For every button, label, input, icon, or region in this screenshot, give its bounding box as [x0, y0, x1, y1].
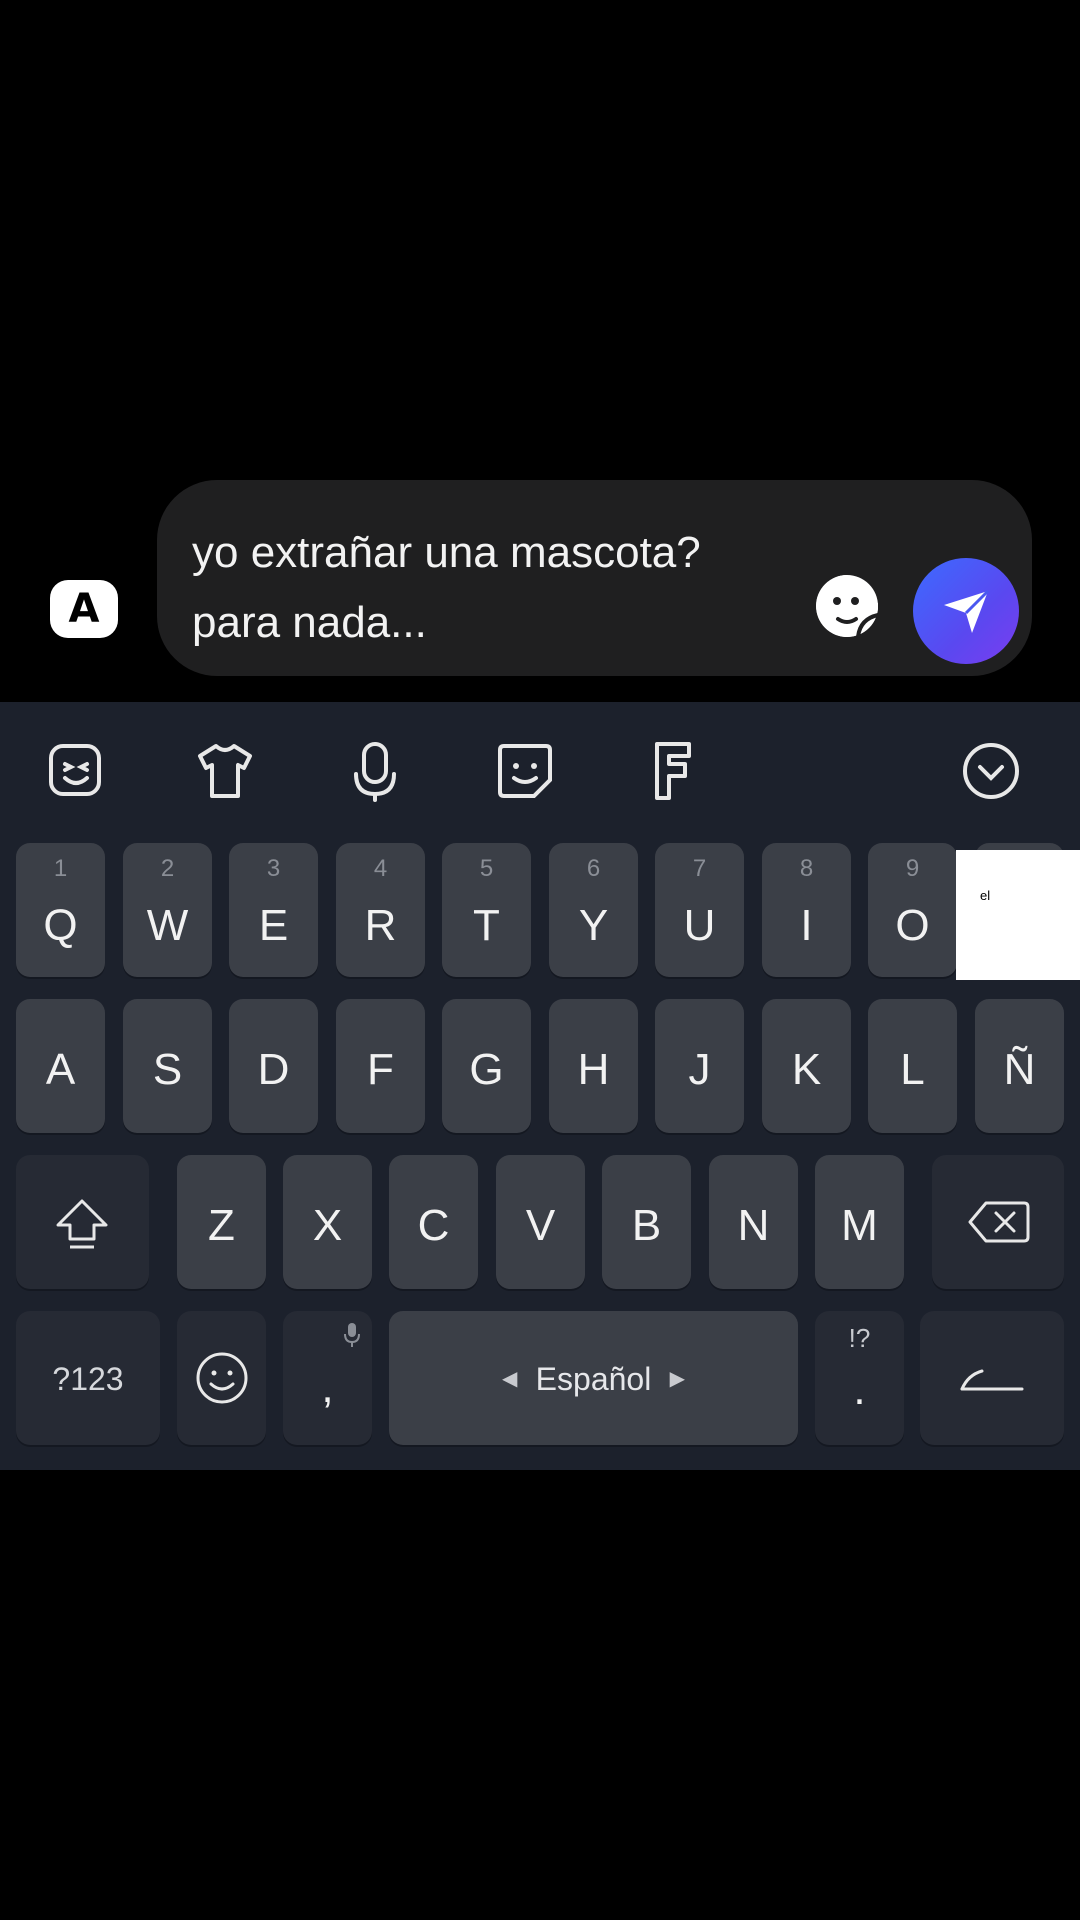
key-r[interactable]: 4 R	[336, 843, 425, 977]
key-x[interactable]: X	[283, 1155, 372, 1289]
sticker-icon[interactable]	[494, 740, 556, 802]
backspace-icon	[968, 1201, 1030, 1243]
key-k[interactable]: K	[762, 999, 851, 1133]
key-j[interactable]: J	[655, 999, 744, 1133]
suggestion-text: el	[980, 888, 991, 903]
key-s[interactable]: S	[123, 999, 212, 1133]
send-arrow-icon	[944, 589, 990, 633]
key-n[interactable]: N	[709, 1155, 798, 1289]
avatar-letter: A	[68, 586, 100, 632]
key-i[interactable]: 8 I	[762, 843, 851, 977]
word-suggestion-popup[interactable]: el	[956, 850, 1080, 980]
sticker-face-icon	[816, 575, 879, 638]
key-b[interactable]: B	[602, 1155, 691, 1289]
key-c[interactable]: C	[389, 1155, 478, 1289]
key-e[interactable]: 3 E	[229, 843, 318, 977]
symbols-key[interactable]: ?123	[16, 1311, 160, 1445]
key-d[interactable]: D	[229, 999, 318, 1133]
key-t[interactable]: 5 T	[442, 843, 531, 977]
key-a[interactable]: A	[16, 999, 105, 1133]
enter-key[interactable]	[920, 1311, 1064, 1445]
key-l[interactable]: L	[868, 999, 957, 1133]
key-o[interactable]: 9 O	[868, 843, 957, 977]
key-u[interactable]: 7 U	[655, 843, 744, 977]
shift-arrow-icon	[56, 1199, 108, 1249]
enter-icon	[960, 1369, 1024, 1391]
key-w[interactable]: 2 W	[123, 843, 212, 977]
key-g[interactable]: G	[442, 999, 531, 1133]
emoji-key[interactable]	[177, 1311, 266, 1445]
key-h[interactable]: H	[549, 999, 638, 1133]
sticker-button[interactable]	[814, 573, 880, 639]
key-enye[interactable]: Ñ	[975, 999, 1064, 1133]
emoji-face-icon[interactable]	[45, 740, 107, 802]
keyboard-mode-button[interactable]: A	[50, 580, 118, 638]
font-f-icon[interactable]	[643, 740, 705, 802]
space-key[interactable]: ◀ Español ▶	[389, 1311, 798, 1445]
key-f[interactable]: F	[336, 999, 425, 1133]
shift-key[interactable]	[16, 1155, 149, 1289]
collapse-chevron-icon[interactable]	[960, 740, 1022, 802]
space-right-arrow-icon: ▶	[669, 1368, 685, 1390]
tshirt-theme-icon[interactable]	[194, 740, 256, 802]
key-z[interactable]: Z	[177, 1155, 266, 1289]
send-button[interactable]	[913, 558, 1019, 664]
key-y[interactable]: 6 Y	[549, 843, 638, 977]
period-key[interactable]: !? .	[815, 1311, 904, 1445]
message-compose-bar: yo extrañar una mascota? para nada...	[157, 480, 1032, 676]
comma-key[interactable]: ,	[283, 1311, 372, 1445]
key-v[interactable]: V	[496, 1155, 585, 1289]
mic-small-icon	[344, 1323, 360, 1347]
key-q[interactable]: 1 Q	[16, 843, 105, 977]
smiley-icon	[196, 1352, 248, 1404]
keyboard: 1 Q 2 W 3 E 4 R 5 T 6 Y 7 U 8 I 9 O A S …	[0, 702, 1080, 1470]
message-input[interactable]: yo extrañar una mascota? para nada...	[192, 518, 792, 658]
microphone-icon[interactable]	[344, 740, 406, 802]
backspace-key[interactable]	[932, 1155, 1064, 1289]
key-m[interactable]: M	[815, 1155, 904, 1289]
